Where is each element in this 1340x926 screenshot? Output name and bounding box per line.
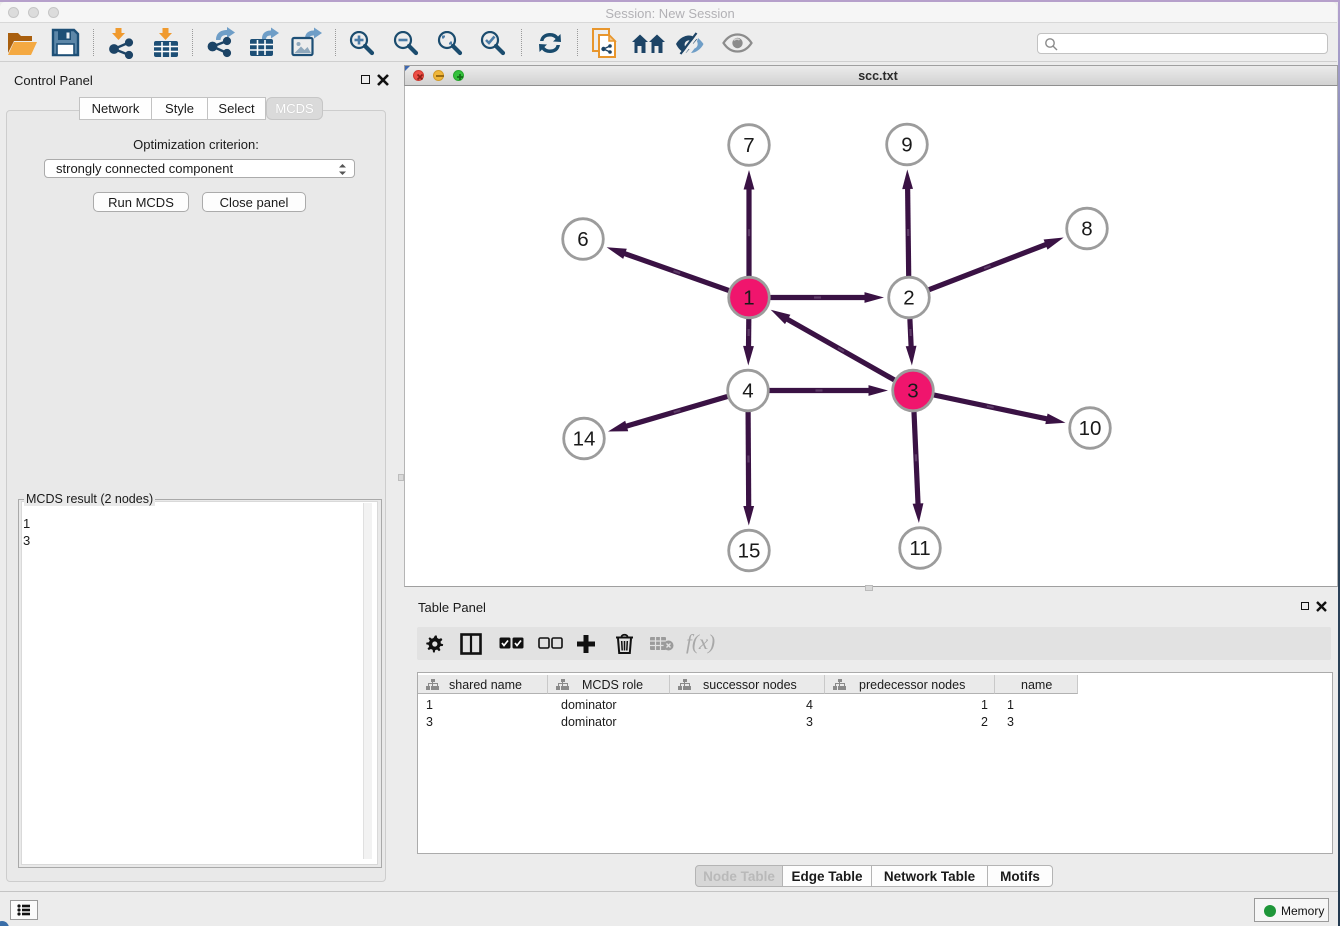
svg-text:11: 11: [909, 537, 930, 560]
svg-text:9: 9: [901, 134, 912, 157]
svg-text:8: 8: [1081, 218, 1092, 241]
svg-text:6: 6: [577, 228, 588, 251]
svg-text:1: 1: [743, 287, 754, 310]
svg-text:14: 14: [573, 428, 596, 451]
svg-text:4: 4: [742, 380, 753, 403]
svg-text:15: 15: [738, 540, 761, 563]
svg-text:7: 7: [743, 134, 754, 157]
svg-text:10: 10: [1079, 417, 1102, 440]
svg-text:3: 3: [907, 380, 918, 403]
svg-text:2: 2: [903, 287, 914, 310]
